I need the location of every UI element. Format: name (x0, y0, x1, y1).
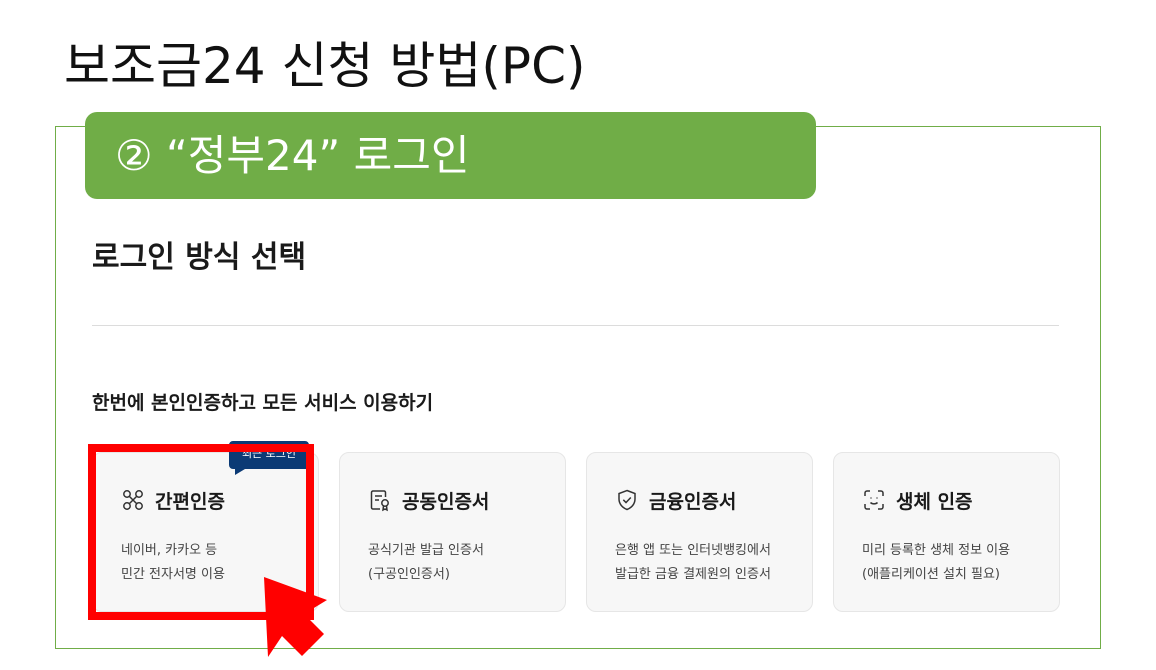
card-title: 생체 인증 (896, 490, 973, 513)
card-desc-line: 은행 앱 또는 인터넷뱅킹에서 (615, 543, 771, 558)
card-desc-line: 발급한 금융 결제원의 인증서 (615, 567, 771, 582)
card-title: 금융인증서 (649, 490, 737, 513)
login-method-card-joint-certificate[interactable]: 공동인증서 공식기관 발급 인증서 (구공인인증서) (339, 452, 566, 612)
card-desc-line: 미리 등록한 생체 정보 이용 (862, 543, 1011, 558)
card-description: 은행 앱 또는 인터넷뱅킹에서 발급한 금융 결제원의 인증서 (615, 539, 771, 587)
section-heading: 한번에 본인인증하고 모든 서비스 이용하기 (92, 392, 434, 414)
face-scan-icon (862, 488, 886, 512)
card-title-row: 금융인증서 (615, 487, 736, 513)
card-desc-line: (애플리케이션 설치 필요) (862, 567, 1001, 582)
login-method-card-biometric[interactable]: 생체 인증 미리 등록한 생체 정보 이용 (애플리케이션 설치 필요) (833, 452, 1060, 612)
divider (92, 325, 1059, 326)
shield-check-icon (615, 488, 639, 512)
slide-title: 보조금24 신청 방법(PC) (64, 37, 586, 95)
pointer-arrow-icon (264, 577, 327, 657)
card-title-row: 공동인증서 (368, 487, 489, 513)
card-title-row: 생체 인증 (862, 487, 973, 513)
page-title: 로그인 방식 선택 (92, 240, 307, 275)
card-description: 공식기관 발급 인증서 (구공인인증서) (368, 539, 484, 587)
card-desc-line: 공식기관 발급 인증서 (368, 543, 484, 558)
card-desc-line: (구공인인증서) (368, 567, 450, 582)
login-method-card-financial-certificate[interactable]: 금융인증서 은행 앱 또는 인터넷뱅킹에서 발급한 금융 결제원의 인증서 (586, 452, 813, 612)
card-description: 미리 등록한 생체 정보 이용 (애플리케이션 설치 필요) (862, 539, 1010, 587)
certificate-icon (368, 488, 392, 512)
step-banner: ② “정부24” 로그인 (85, 112, 816, 199)
card-title: 공동인증서 (402, 490, 490, 513)
